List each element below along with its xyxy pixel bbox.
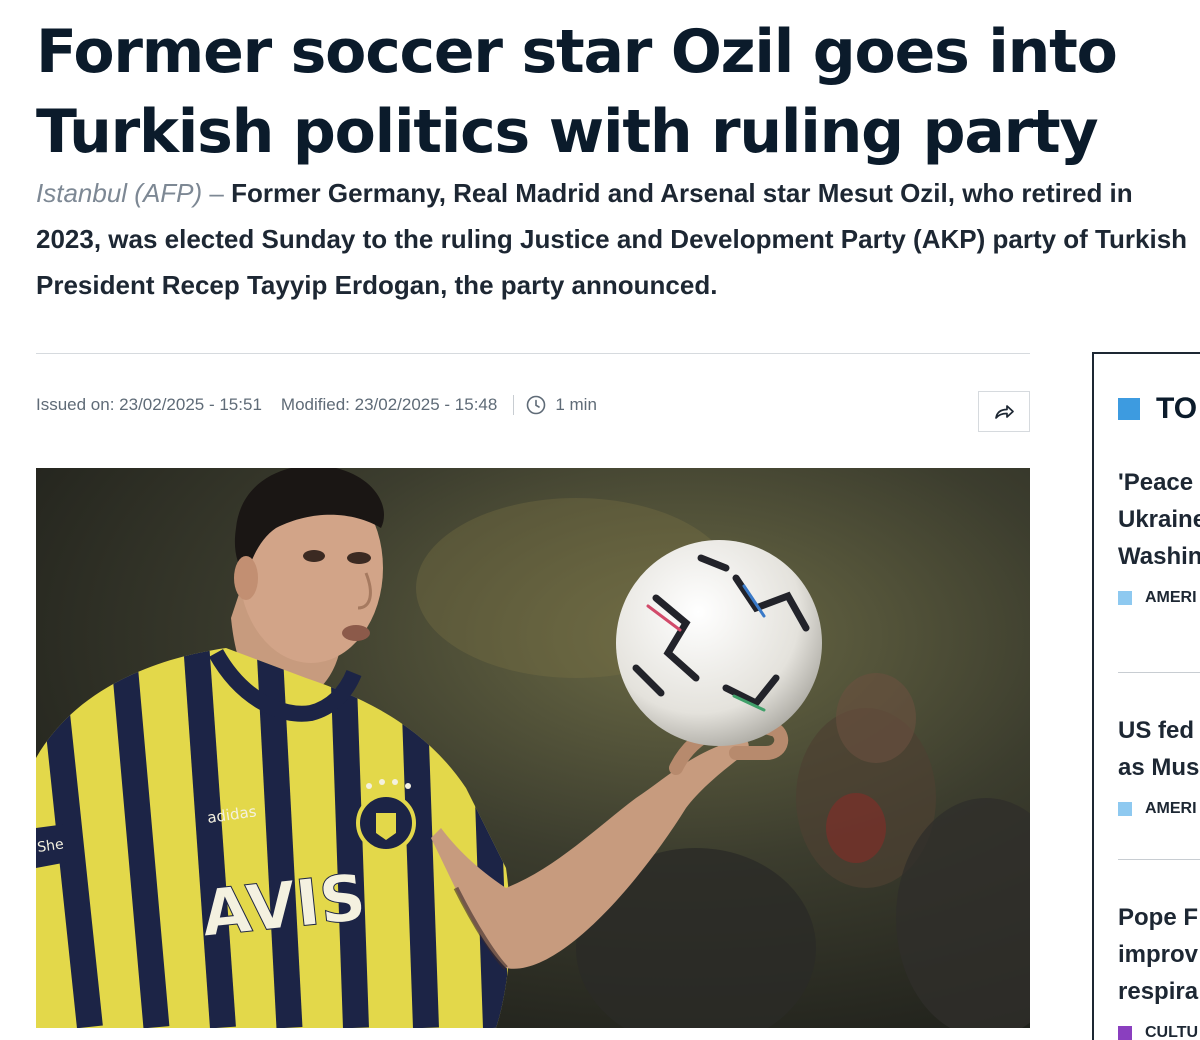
story-category[interactable]: AMERI	[1118, 800, 1200, 818]
article-meta: Issued on: 23/02/2025 - 15:51 Modified: …	[36, 393, 597, 417]
story-title-line: Washin	[1118, 543, 1200, 570]
story-title-line: 'Peace	[1118, 469, 1194, 496]
meta-separator	[513, 395, 515, 415]
story-title-line: Pope F	[1118, 904, 1199, 931]
category-square	[1118, 591, 1132, 605]
sidebar-divider	[1118, 859, 1200, 860]
sidebar-story-3[interactable]: Pope F improv respira CULTU	[1118, 899, 1200, 1040]
sidebar-story-2[interactable]: US fed as Mus AMERI	[1118, 712, 1200, 818]
story-category[interactable]: CULTU	[1118, 1024, 1200, 1040]
story-title-line: as Mus	[1118, 754, 1200, 781]
article-lede: Istanbul (AFP) – Former Germany, Real Ma…	[36, 170, 1196, 308]
category-label: AMERI	[1145, 589, 1197, 606]
read-time: 1 min	[555, 395, 597, 414]
divider	[36, 353, 1030, 354]
sidebar-story-1[interactable]: 'Peace Ukraine Washin AMERI	[1118, 464, 1200, 607]
sidebar-heading: TO	[1118, 392, 1197, 426]
story-title-line: Ukraine	[1118, 506, 1200, 533]
story-title-line: respira	[1118, 978, 1199, 1005]
heading-accent-square	[1118, 398, 1140, 420]
clock-icon	[527, 395, 546, 415]
top-stories-sidebar: TO 'Peace Ukraine Washin AMERI US fed as…	[1092, 352, 1200, 1040]
category-label: AMERI	[1145, 800, 1197, 817]
issued-date: Issued on: 23/02/2025 - 15:51	[36, 395, 262, 414]
article-headline: Former soccer star Ozil goes into Turkis…	[36, 12, 1186, 172]
headline-line-2: Turkish politics with ruling party	[36, 97, 1099, 167]
category-square	[1118, 1026, 1132, 1040]
category-label: CULTU	[1145, 1024, 1199, 1040]
sidebar-divider	[1118, 672, 1200, 673]
story-title-line: US fed	[1118, 717, 1195, 744]
sidebar-heading-label: TO	[1156, 392, 1198, 425]
story-title-line: improv	[1118, 941, 1199, 968]
modified-date: Modified: 23/02/2025 - 15:48	[280, 395, 498, 414]
dateline: Istanbul (AFP)	[36, 178, 203, 208]
share-button[interactable]	[978, 391, 1030, 432]
story-category[interactable]: AMERI	[1118, 589, 1200, 607]
dateline-dash: –	[202, 178, 232, 208]
headline-line-1: Former soccer star Ozil goes into	[36, 17, 1118, 87]
category-square	[1118, 802, 1132, 816]
share-arrow-icon	[995, 404, 1014, 419]
article-photo: adidas AVIS She	[36, 468, 1030, 1028]
